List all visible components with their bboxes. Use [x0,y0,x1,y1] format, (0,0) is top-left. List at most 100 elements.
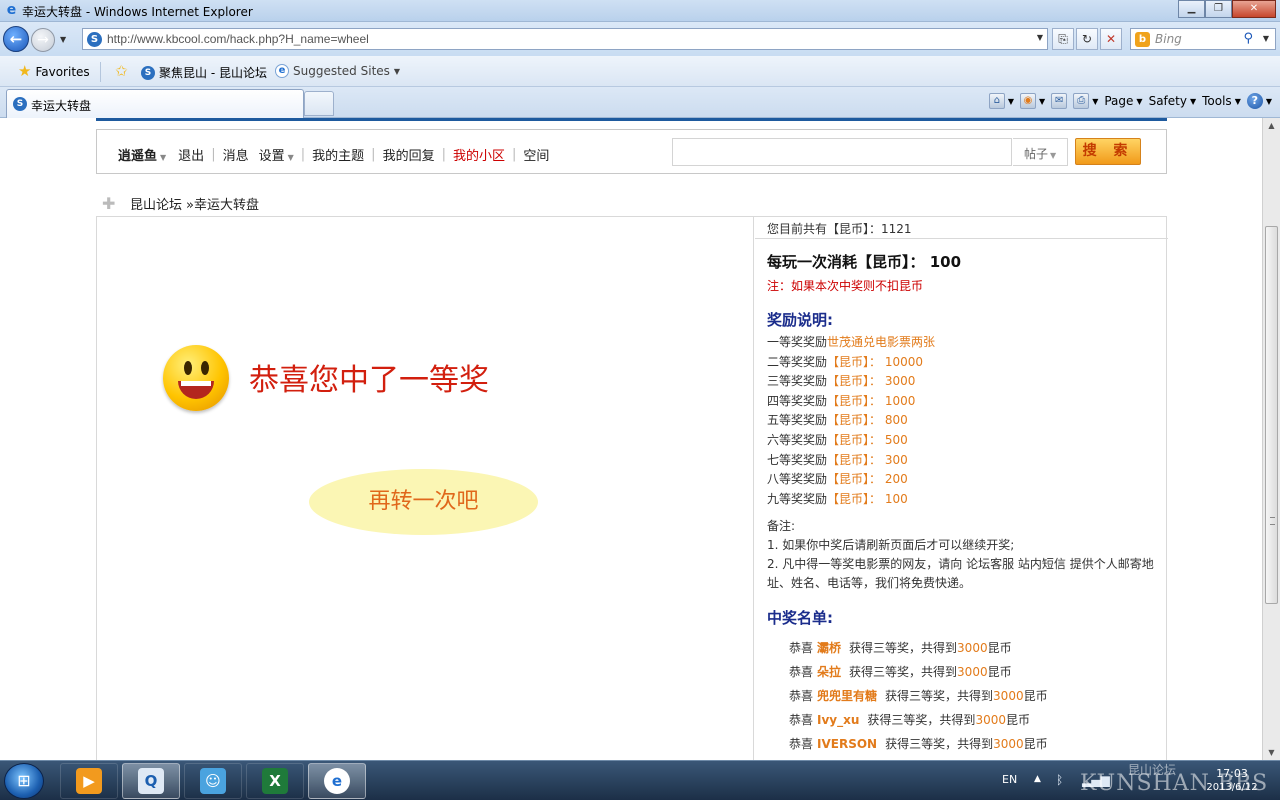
user-nav: 逍遥鱼 ▼ 退出 | 消息 设置 ▼ | 我的主题 | 我的回复 | 我的小区 | … [118,145,549,164]
remark-item: 1. 如果你中奖后请刷新页面后才可以继续开奖; [767,538,1015,552]
window-title: 幸运大转盘 - Windows Internet Explorer [22,5,253,19]
address-toolbar: ← → ▼ S http://www.kbcool.com/hack.php?H… [0,22,1280,56]
printer-icon: ⎙ [1073,93,1090,109]
vertical-scrollbar[interactable]: ▲ ▼ [1262,118,1280,760]
new-tab-button[interactable] [304,91,334,116]
winner-username-link[interactable]: 灞桥 [817,641,841,655]
search-box[interactable]: b Bing ⚲ ▼ [1130,28,1276,50]
address-bar[interactable]: S http://www.kbcool.com/hack.php?H_name=… [82,28,1048,50]
site-favicon-icon: S [13,97,27,111]
wheel-panel: 恭喜您中了一等奖 再转一次吧 您目前共有【昆币】：1121 每玩一次消耗【昆币】… [96,216,1168,760]
maximize-button[interactable]: ❐ [1205,0,1232,18]
messages-link[interactable]: 消息 [223,145,249,164]
toolbar-divider [100,62,101,82]
list-item: 九等奖奖励【昆币】： 100 [767,491,908,506]
expand-plus-icon[interactable]: ✚ [102,194,130,213]
username-menu[interactable]: 逍遥鱼 ▼ [118,145,166,164]
list-item: 五等奖奖励【昆币】： 800 [767,413,908,428]
rewards-title: 奖励说明: [767,311,833,329]
address-dropdown-icon[interactable]: ▼ [1037,33,1043,42]
search-options-dropdown-icon[interactable]: ▼ [1263,34,1269,43]
breadcrumb-home-link[interactable]: 昆山论坛 [130,194,182,213]
close-button[interactable]: ✕ [1232,0,1276,18]
winner-username-link[interactable]: 兜兜里有糖 [817,689,877,703]
page-viewport: 逍遥鱼 ▼ 退出 | 消息 设置 ▼ | 我的主题 | 我的回复 | 我的小区 | … [0,118,1262,760]
clock-date: 2013/6/12 [1206,782,1258,793]
scrollbar-thumb[interactable] [1265,226,1278,604]
system-clock[interactable]: 17:03 2013/6/12 [1204,767,1260,795]
taskbar-media-player[interactable]: ▶ [60,763,118,799]
stop-button[interactable]: ✕ [1100,28,1122,50]
feeds-button[interactable]: ◉ ▼ [1020,93,1045,109]
winner-list: 恭喜 灞桥 获得三等奖，共得到3000昆币 恭喜 朵拉 获得三等奖，共得到3000昆币 … [789,639,1048,759]
window-controls: ▁ ❐ ✕ [1178,0,1276,18]
back-button[interactable]: ← [3,26,29,52]
search-type-select[interactable]: 帖子 ▼ [1013,138,1068,166]
help-menu[interactable]: ? ▼ [1246,93,1272,109]
no-charge-note: 注：如果本次中奖则不扣昆币 [767,279,924,293]
read-mail-button[interactable]: ✉ [1051,93,1068,109]
taskbar-excel[interactable]: X [246,763,304,799]
ie-page-icon: e [275,64,289,78]
taskbar-internet-explorer[interactable]: e [308,763,366,799]
settings-menu[interactable]: 设置 ▼ [259,145,294,164]
space-link[interactable]: 空间 [523,145,549,164]
forum-search-input[interactable] [672,138,1012,166]
forum-search-button[interactable]: 搜 索 [1075,138,1141,165]
winner-username-link[interactable]: IVERSON [817,737,877,751]
search-icon[interactable]: ⚲ [1243,31,1253,46]
url-text: http://www.kbcool.com/hack.php?H_name=wh… [107,32,369,46]
forward-button[interactable]: → [31,28,55,52]
print-button[interactable]: ⎙ ▼ [1073,93,1098,109]
user-toolbar: 逍遥鱼 ▼ 退出 | 消息 设置 ▼ | 我的主题 | 我的回复 | 我的小区 | … [96,129,1167,174]
home-icon: ⌂ [988,93,1005,109]
remarks-label: 备注: [767,519,796,533]
site-favicon-icon: S [87,32,102,47]
tab-lucky-wheel[interactable]: S 幸运大转盘 [6,89,304,118]
taskbar-qq[interactable]: Q [122,763,180,799]
remarks: 备注: 1. 如果你中奖后请刷新页面后才可以继续开奖; 2. 凡中得一等奖电影票… [767,517,1162,593]
list-item: 一等奖奖励世茂通兑电影票两张 [767,335,936,349]
tools-menu[interactable]: Tools ▼ [1202,94,1241,108]
winner-username-link[interactable]: Ivy_xu [817,713,859,727]
scroll-up-icon[interactable]: ▲ [1266,121,1277,130]
coin-balance: 您目前共有【昆币】：1121 [755,217,1168,239]
show-hidden-icons[interactable]: ▲ [1034,774,1041,784]
list-item: 四等奖奖励【昆币】： 1000 [767,393,916,408]
suggested-sites-link[interactable]: e Suggested Sites ▼ [275,64,400,78]
command-bar: ⌂ ▼ ◉ ▼ ✉ ⎙ ▼ Page ▼ Safety ▼ Tools ▼ ? ▼ [988,93,1272,109]
refresh-button[interactable]: ↻ [1076,28,1098,50]
clock-time: 17:03 [1216,767,1248,780]
winners-title: 中奖名单: [767,609,833,627]
compatibility-view-button[interactable]: ⎘ [1052,28,1074,50]
logout-link[interactable]: 退出 [178,145,204,164]
home-button[interactable]: ⌂ ▼ [988,93,1014,109]
favorites-button[interactable]: ★ Favorites [18,64,90,79]
taskbar-messenger[interactable]: ☺ [184,763,242,799]
safety-menu[interactable]: Safety ▼ [1149,94,1197,108]
my-district-link[interactable]: 我的小区 [453,145,505,164]
winner-username-link[interactable]: 朵拉 [817,665,841,679]
list-item: 恭喜 朵拉 获得三等奖，共得到3000昆币 [789,665,1012,679]
chevron-down-icon: ▼ [287,153,294,162]
list-item: 恭喜 IVERSON 获得三等奖，共得到3000昆币 [789,737,1048,751]
help-icon: ? [1246,93,1263,109]
minimize-button[interactable]: ▁ [1178,0,1205,18]
my-topics-link[interactable]: 我的主题 [312,145,364,164]
list-item: 八等奖奖励【昆币】： 200 [767,472,908,487]
recent-pages-dropdown[interactable]: ▼ [60,35,66,44]
mail-icon: ✉ [1051,93,1068,109]
list-item: 七等奖奖励【昆币】： 300 [767,452,908,467]
favorite-link-kunshan[interactable]: S 聚焦昆山 - 昆山论坛 [141,64,267,81]
bing-icon: b [1135,32,1150,47]
list-item: 恭喜 兜兜里有糖 获得三等奖，共得到3000昆币 [789,689,1048,703]
add-favorite-button[interactable]: ✩ [115,64,128,79]
language-indicator[interactable]: EN [1002,773,1017,786]
start-button[interactable]: ⊞ [4,763,44,799]
scroll-down-icon[interactable]: ▼ [1266,748,1277,757]
page-menu[interactable]: Page ▼ [1104,94,1142,108]
spin-again-button[interactable]: 再转一次吧 [309,469,538,535]
bluetooth-icon[interactable]: ᛒ [1056,773,1063,787]
excel-icon: X [262,768,288,794]
my-replies-link[interactable]: 我的回复 [383,145,435,164]
